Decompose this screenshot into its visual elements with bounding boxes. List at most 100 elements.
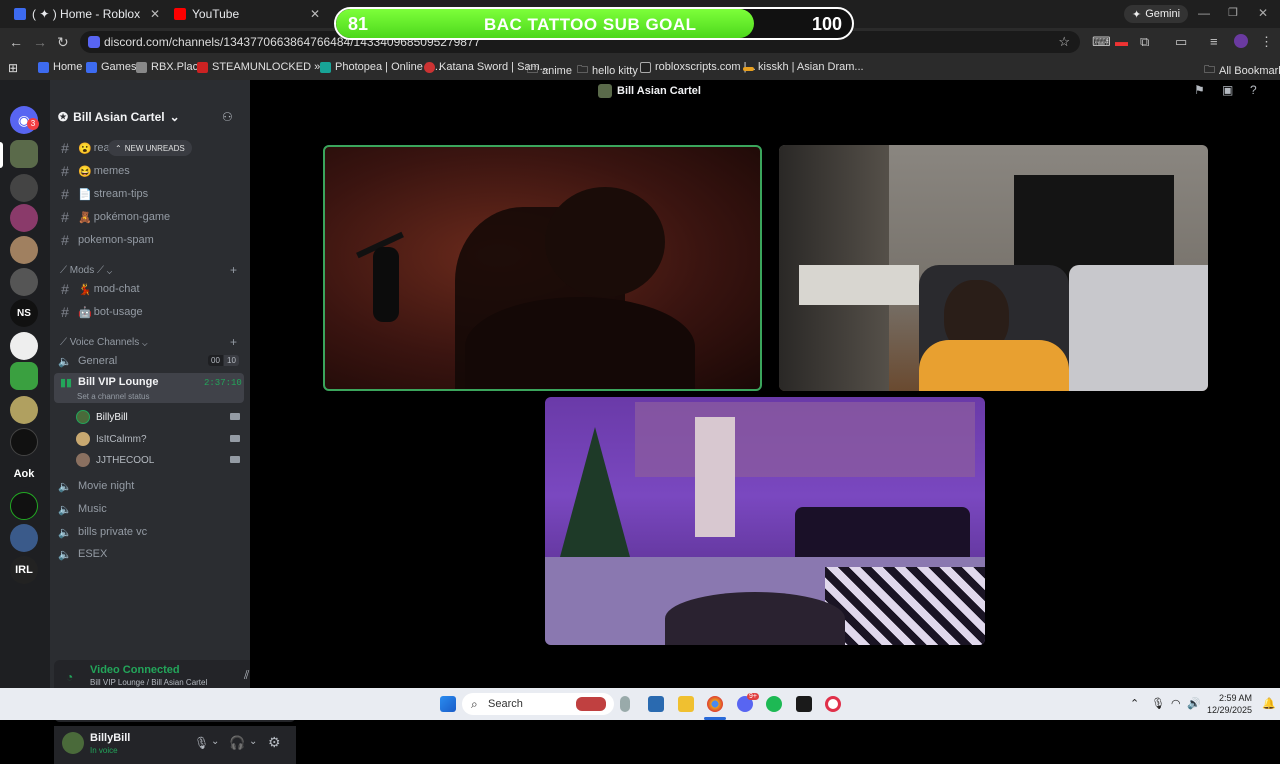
windows-start-icon[interactable]	[440, 696, 456, 712]
bookmark-games[interactable]: Games	[86, 61, 136, 73]
server-irl[interactable]: IRL	[10, 556, 38, 584]
server-icon[interactable]	[10, 174, 38, 202]
tab-youtube[interactable]: YouTube ✕	[166, 4, 326, 24]
microphone-icon[interactable]: 🎙	[194, 736, 209, 750]
profile-avatar[interactable]	[1234, 34, 1248, 48]
voice-channel-movie-night[interactable]: 🔈 Movie night	[58, 476, 244, 496]
channel-bot-usage[interactable]: # 🤖 bot-usage	[58, 302, 244, 322]
bookmark-photopea[interactable]: Photopea | Online P...	[320, 61, 441, 73]
video-tile-speaker[interactable]	[323, 145, 762, 391]
forward-icon[interactable]: →	[33, 34, 47, 50]
category-mods[interactable]: ⟋ Mods ⟋ ⌄	[60, 265, 112, 276]
mouse-icon[interactable]	[620, 696, 630, 712]
apps-grid-icon[interactable]: ⊞	[8, 61, 18, 75]
noise-suppression-icon[interactable]: ⫽	[244, 668, 249, 683]
server-icon[interactable]	[10, 396, 38, 424]
cast-icon[interactable]: ▭	[1175, 34, 1187, 50]
channel-pokemon-game[interactable]: # 🧸 pokémon-game	[58, 207, 244, 227]
bookmark-home[interactable]: Home	[38, 61, 82, 73]
add-member-icon[interactable]: ⚇	[222, 110, 233, 124]
tab-roblox[interactable]: ( ✦ ) Home - Roblox ✕	[6, 4, 166, 24]
bookmark-steamunlocked[interactable]: STEAMUNLOCKED »...	[197, 61, 329, 73]
server-icon[interactable]	[10, 204, 38, 232]
menu-list-icon[interactable]: ≡	[1210, 34, 1218, 49]
server-icon[interactable]	[10, 428, 38, 456]
bookmark-robloxscripts[interactable]: robloxscripts.com |...	[640, 61, 756, 73]
channel-memes[interactable]: # 😆 memes	[58, 161, 244, 181]
minimize-icon[interactable]: —	[1198, 6, 1210, 20]
clock-date[interactable]: 12/29/2025	[1206, 705, 1252, 715]
server-icon[interactable]	[10, 236, 38, 264]
voice-status[interactable]: Video Connected	[90, 664, 180, 676]
star-icon[interactable]: ☆	[1058, 34, 1070, 50]
close-tab-icon[interactable]: ✕	[310, 7, 320, 21]
voice-user-jjthecool[interactable]: JJTHECOOL	[76, 453, 154, 467]
voice-location[interactable]: Bill VIP Lounge / Bill Asian Cartel	[90, 678, 207, 687]
file-explorer-icon[interactable]	[678, 696, 694, 712]
help-icon[interactable]: ?	[1250, 83, 1257, 97]
add-channel-icon[interactable]: +	[230, 335, 237, 349]
close-window-icon[interactable]: ✕	[1258, 6, 1268, 20]
volume-icon[interactable]: 🔊	[1187, 697, 1201, 710]
server-ns[interactable]: NS	[10, 299, 38, 327]
puzzle-icon[interactable]: ⧉	[1140, 34, 1149, 50]
restore-icon[interactable]: ❐	[1228, 6, 1238, 19]
voice-channel-bills-private[interactable]: 🔈 bills private vc	[58, 522, 244, 542]
add-channel-icon[interactable]: +	[230, 263, 237, 277]
flag-icon[interactable]: ⚑	[1194, 83, 1205, 97]
video-tile-bedroom[interactable]	[779, 145, 1208, 391]
server-aok[interactable]: Aok	[10, 460, 38, 488]
microphone-tray-icon[interactable]: 🎙	[1151, 697, 1165, 710]
chevron-down-icon[interactable]: ⌄	[211, 736, 219, 747]
chevron-down-icon: ⌄	[106, 265, 113, 276]
popout-icon[interactable]: ▣	[1222, 83, 1233, 97]
close-tab-icon[interactable]: ✕	[150, 7, 160, 21]
chevron-down-icon[interactable]: ⌄	[249, 736, 257, 747]
voice-channel-music[interactable]: 🔈 Music	[58, 499, 244, 519]
voice-user-isitcalmm[interactable]: IsItCalmm?	[76, 432, 147, 446]
taskbar-search[interactable]: ⌕ Search	[462, 693, 614, 715]
avatar[interactable]	[62, 732, 84, 754]
server-icon[interactable]	[10, 362, 38, 390]
clock-time[interactable]: 2:59 AM	[1210, 693, 1252, 703]
category-voice-channels[interactable]: ⟋ Voice Channels ⌄	[60, 337, 147, 348]
server-icon[interactable]	[10, 492, 38, 520]
server-icon[interactable]	[10, 332, 38, 360]
voice-channel-vip-lounge[interactable]: ▮▮ Bill VIP Lounge 2:37:10 Set a channel…	[54, 373, 244, 403]
server-header[interactable]: ✪ Bill Asian Cartel ⌄	[58, 110, 180, 124]
extension-red-icon[interactable]: ▬	[1115, 34, 1128, 49]
server-icon[interactable]	[10, 268, 38, 296]
bookmark-rbxplace[interactable]: RBX.Place	[136, 61, 204, 73]
chevron-up-icon[interactable]: ⌃	[1130, 697, 1139, 710]
app-icon[interactable]	[796, 696, 812, 712]
channel-stream-tips[interactable]: # 📄 stream-tips	[58, 184, 244, 204]
headphones-icon[interactable]: 🎧	[229, 735, 245, 751]
channel-mod-chat[interactable]: # 💃 mod-chat	[58, 279, 244, 299]
notification-bell-icon[interactable]: 🔔	[1262, 697, 1276, 710]
settings-gear-icon[interactable]: ⚙	[268, 734, 281, 751]
voice-channel-general[interactable]: 🔈 General 00 10	[58, 351, 244, 371]
reload-icon[interactable]: ↻	[57, 34, 69, 51]
chrome-icon[interactable]	[707, 696, 723, 712]
back-icon[interactable]: ←	[9, 34, 23, 50]
gemini-button[interactable]: ✦ Gemini	[1124, 5, 1189, 23]
widgets-icon[interactable]	[648, 696, 664, 712]
server-icon[interactable]	[10, 524, 38, 552]
bookmark-kisskh[interactable]: kisskh | Asian Dram...	[743, 61, 864, 73]
extension-icon[interactable]: ⌨	[1092, 34, 1111, 50]
bookmark-all[interactable]: 🗀 All Bookmarks	[1204, 61, 1280, 80]
tab-label: ( ✦ ) Home - Roblox	[32, 7, 141, 21]
video-tile-purple-room[interactable]	[545, 397, 985, 645]
channel-pokemon-spam[interactable]: # pokemon-spam	[58, 230, 244, 250]
wifi-icon[interactable]: ◠	[1171, 697, 1181, 710]
spotify-icon[interactable]	[766, 696, 782, 712]
bookmark-hello-kitty[interactable]: 🗀 hello kitty	[577, 61, 638, 80]
opera-icon[interactable]	[825, 696, 841, 712]
voice-user-billybill[interactable]: BillyBill	[76, 410, 128, 424]
search-icon: ⌕	[471, 697, 478, 711]
voice-channel-esex[interactable]: 🔈 ESEX	[58, 544, 244, 564]
new-unreads-pill[interactable]: ⌃ NEW UNREADS	[108, 140, 192, 156]
bookmark-anime[interactable]: 🗀 anime	[527, 61, 572, 80]
kebab-menu-icon[interactable]: ⋮	[1260, 34, 1273, 50]
server-bill-asian-cartel[interactable]	[10, 140, 38, 168]
